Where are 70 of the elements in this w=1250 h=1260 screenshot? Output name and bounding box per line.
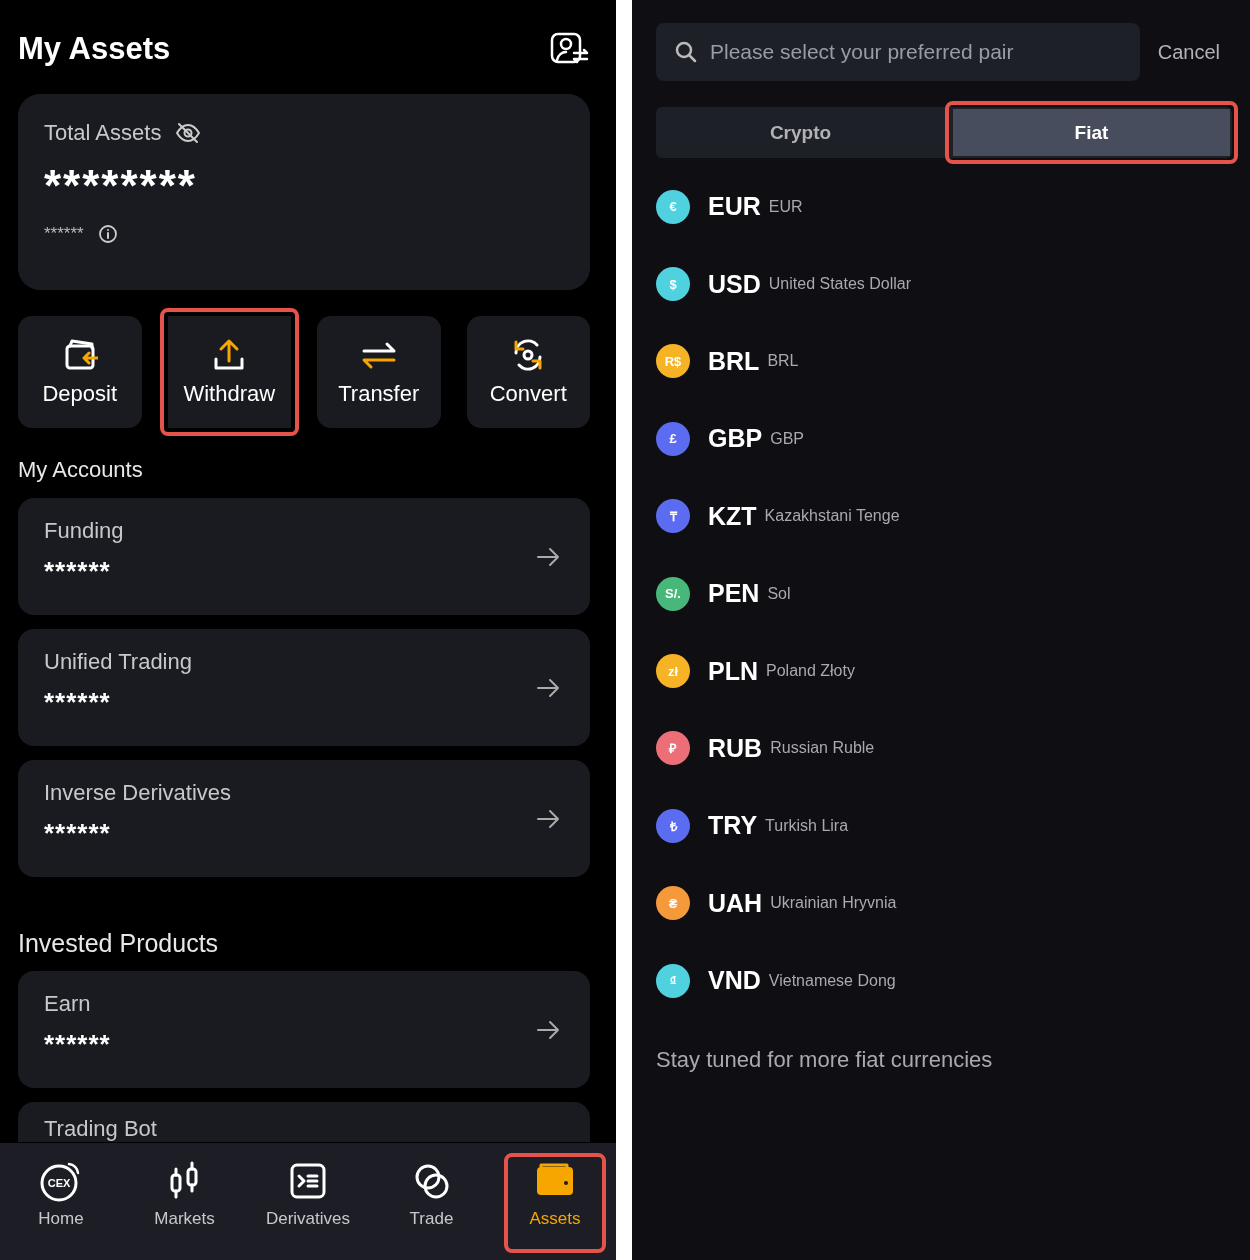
section-heading: Invested Products [18,929,220,957]
currency-code[interactable]: UAH [708,888,763,918]
currency-badge: zł [656,654,690,689]
action-button[interactable]: Convert [466,316,590,428]
action-button[interactable]: Deposit [18,316,142,428]
nav-item[interactable]: Assets [504,1153,606,1253]
action-button[interactable]: Transfer [317,316,441,428]
account-card[interactable]: Earn ****** [18,971,590,1088]
nav-item[interactable]: Derivatives [257,1153,359,1253]
currency-code[interactable]: BRL [708,346,760,376]
currency-name: Russian Ruble [770,739,875,758]
action-button[interactable]: Withdraw [159,308,299,436]
nav-item[interactable]: CEX Home [10,1153,112,1253]
currency-name: Sol [767,584,791,603]
currency-badge: £ [656,421,690,456]
account-name: Unified Trading [44,649,192,675]
currency-name: Poland Złoty [766,662,855,681]
currency-name: GBP [770,429,804,448]
currency-name: BRL [767,352,799,371]
currency-name: Vietnamese Dong [768,971,896,990]
page-title: My Assets [18,31,171,67]
account-card[interactable]: Unified Trading ****** [18,629,590,746]
total-assets-label: Total Assets [44,120,162,146]
currency-name: EUR [768,197,803,216]
currency-name: Turkish Lira [765,816,849,835]
tab[interactable]: Crypto [656,107,945,158]
currency-code[interactable]: KZT [708,501,757,531]
tab[interactable]: Fiat [945,101,1238,164]
section-heading: My Accounts [18,456,144,484]
currency-badge: $ [656,267,690,302]
currency-code[interactable]: GBP [708,424,763,454]
account-name: Inverse Derivatives [44,780,232,806]
total-value: ******** [44,162,198,210]
search-field[interactable]: Please select your preferred pair [656,23,1140,81]
currency-code[interactable]: PEN [708,579,760,609]
info-icon [97,224,118,244]
account-card[interactable]: Inverse Derivatives ****** [18,760,590,877]
currency-code[interactable]: RUB [708,733,763,763]
currency-badge: S/. [656,576,690,611]
account-name: Funding [44,518,124,544]
currency-code[interactable]: TRY [708,811,758,841]
currency-badge: ₴ [656,886,690,921]
account-name: Trading Bot [44,1116,157,1142]
currency-code[interactable]: EUR [708,192,761,222]
currency-name: Ukrainian Hryvnia [770,894,897,913]
account-name: Earn [44,991,92,1017]
currency-badge: ₸ [656,499,690,534]
currency-badge: € [656,189,690,224]
account-value: ****** [44,818,112,849]
account-value: ****** [44,556,112,587]
currency-badge: ₺ [656,808,690,843]
footer-note: Stay tuned for more fiat currencies [656,1047,994,1074]
nav-item[interactable]: Markets [133,1153,236,1253]
currency-name: United States Dollar [768,275,912,294]
account-value: ****** [44,1029,111,1060]
sub-value: ****** [44,224,84,244]
currency-name: Kazakhstani Tenge [764,507,900,526]
account-card[interactable]: Trading Bot [18,1102,590,1142]
currency-badge: R$ [656,344,690,379]
cancel-button[interactable]: Cancel [1157,40,1232,64]
currency-badge: ₽ [656,731,690,766]
nav-item[interactable]: Trade [380,1153,483,1253]
currency-code[interactable]: PLN [708,656,758,686]
hide-eye-icon [175,122,202,144]
currency-code[interactable]: USD [708,269,761,299]
currency-code[interactable]: VND [708,966,761,996]
currency-badge: ₫ [656,963,690,998]
account-card[interactable]: Funding ****** [18,498,590,615]
account-value: ****** [44,687,112,718]
search-icon [674,40,698,64]
